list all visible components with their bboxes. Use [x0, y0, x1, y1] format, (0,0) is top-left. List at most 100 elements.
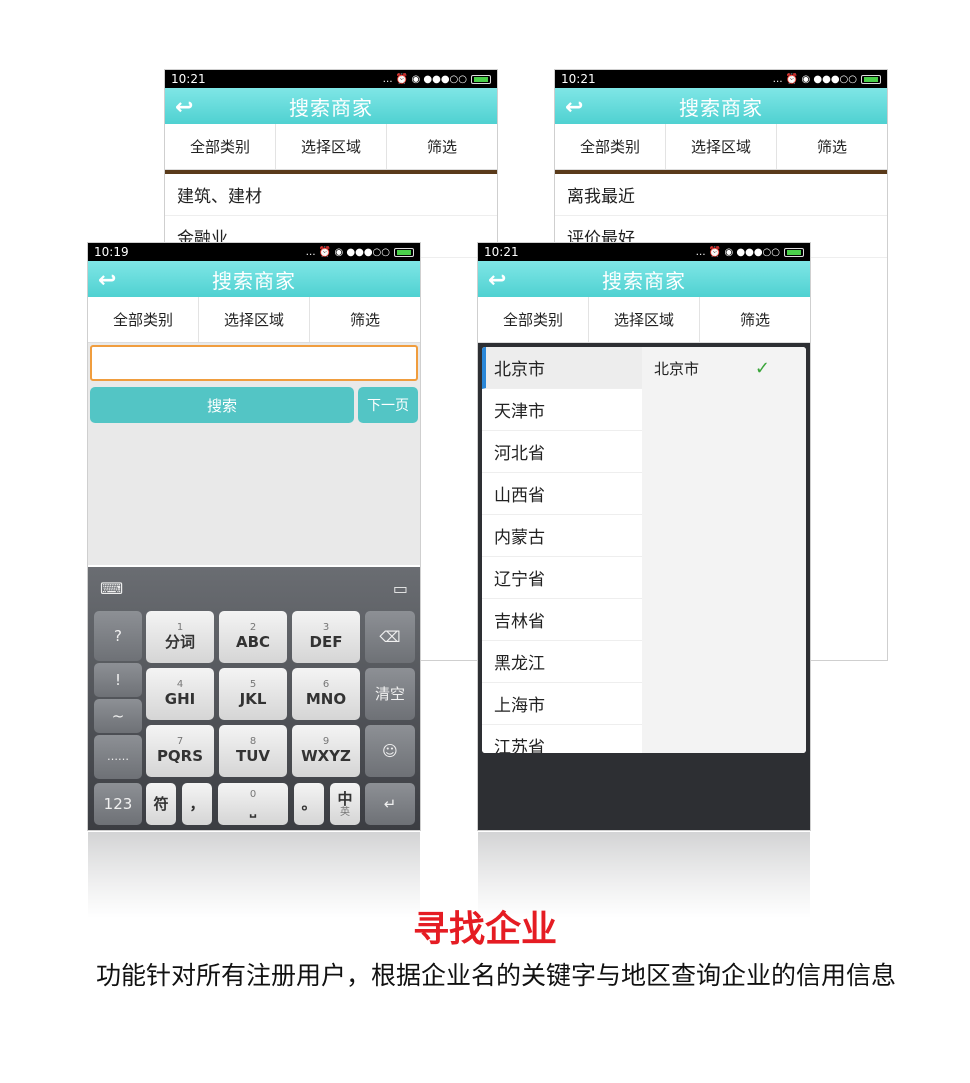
key-num: 5	[249, 679, 257, 690]
tab-category[interactable]: 全部类别	[165, 124, 276, 169]
back-arrow-icon[interactable]: ↩	[98, 268, 116, 293]
status-time: 10:19	[94, 245, 129, 259]
list-item[interactable]: 建筑、建材	[165, 174, 497, 216]
comma-key[interactable]: ，	[182, 783, 212, 825]
tab-filter[interactable]: 筛选	[700, 297, 810, 342]
num-switch-key[interactable]: 123	[94, 783, 142, 825]
key-label: TUV	[235, 747, 271, 765]
key-label: 中	[337, 790, 353, 808]
key-exclaim[interactable]: !	[94, 663, 142, 697]
key-ellipsis[interactable]: ……	[94, 735, 142, 779]
period-key[interactable]: 。	[294, 783, 324, 825]
status-bar: 10:19 … ⏰ ◉ ●●●○○	[88, 243, 420, 261]
tab-category[interactable]: 全部类别	[555, 124, 666, 169]
province-item[interactable]: 内蒙古	[482, 515, 642, 557]
title-bar: ↩ 搜索商家	[555, 88, 887, 124]
symbol-key[interactable]: 符	[146, 783, 176, 825]
region-picker: 北京市 天津市 河北省 山西省 内蒙古 辽宁省 吉林省 黑龙江 上海市 江苏省 …	[482, 347, 806, 753]
key-num: 1	[176, 622, 184, 633]
filter-tabs: 全部类别 选择区域 筛选	[88, 297, 420, 343]
clear-key[interactable]: 清空	[365, 668, 415, 720]
lang-key[interactable]: 中英	[330, 783, 360, 825]
province-item[interactable]: 上海市	[482, 683, 642, 725]
key-6[interactable]: 6 MNO	[292, 668, 360, 720]
keyboard-keys: ? ! ~ …… 1 分词 2 ABC 3 DEF ⌫ 4 GHI 5 JKL 6 MNO …	[88, 609, 420, 830]
enter-key[interactable]: ↵	[365, 783, 415, 825]
tab-filter[interactable]: 筛选	[777, 124, 887, 169]
key-label: PQRS	[156, 747, 204, 765]
province-item[interactable]: 江苏省	[482, 725, 642, 753]
key-label: DEF	[309, 633, 343, 651]
key-label: 123	[103, 795, 133, 813]
page-title: 搜索商家	[212, 268, 296, 293]
province-item[interactable]: 辽宁省	[482, 557, 642, 599]
tab-category[interactable]: 全部类别	[478, 297, 589, 342]
back-arrow-icon[interactable]: ↩	[175, 95, 193, 120]
status-bar: 10:21 … ⏰ ◉ ●●●○○	[478, 243, 810, 261]
smiley-icon: ☺	[382, 742, 398, 760]
key-9[interactable]: 9 WXYZ	[292, 725, 360, 777]
tab-filter[interactable]: 筛选	[310, 297, 420, 342]
key-question[interactable]: ?	[94, 611, 142, 661]
tab-region[interactable]: 选择区域	[276, 124, 387, 169]
key-num: 6	[322, 679, 330, 690]
filter-tabs: 全部类别 选择区域 筛选	[555, 124, 887, 170]
key-1[interactable]: 1 分词	[146, 611, 214, 663]
check-icon: ✓	[754, 357, 770, 379]
tab-region[interactable]: 选择区域	[199, 297, 310, 342]
key-4[interactable]: 4 GHI	[146, 668, 214, 720]
status-icons: … ⏰ ◉ ●●●○○	[696, 247, 804, 258]
status-time: 10:21	[484, 245, 519, 259]
tab-filter[interactable]: 筛选	[387, 124, 497, 169]
keyboard-icon[interactable]: ⌨	[100, 579, 123, 598]
key-num: 4	[176, 679, 184, 690]
phone-front-left: 10:19 … ⏰ ◉ ●●●○○ ↩ 搜索商家 全部类别 选择区域 筛选 搜索…	[88, 243, 420, 830]
key-tilde[interactable]: ~	[94, 699, 142, 733]
province-item[interactable]: 吉林省	[482, 599, 642, 641]
page-title: 搜索商家	[602, 268, 686, 293]
key-8[interactable]: 8 TUV	[219, 725, 287, 777]
battery-icon	[471, 74, 491, 84]
province-item-selected[interactable]: 北京市	[482, 347, 642, 389]
status-icons: … ⏰ ◉ ●●●○○	[306, 247, 414, 258]
key-7[interactable]: 7 PQRS	[146, 725, 214, 777]
tab-region[interactable]: 选择区域	[589, 297, 700, 342]
next-page-button[interactable]: 下一页	[358, 387, 418, 423]
back-arrow-icon[interactable]: ↩	[565, 95, 583, 120]
status-icons: … ⏰ ◉ ●●●○○	[773, 74, 881, 85]
province-item[interactable]: 天津市	[482, 389, 642, 431]
backspace-key[interactable]: ⌫	[365, 611, 415, 663]
microphone-icon: ⎵	[249, 800, 256, 818]
section-heading: 寻找企业	[412, 909, 557, 950]
space-key[interactable]: 0 ⎵	[218, 783, 288, 825]
city-label: 北京市	[654, 359, 700, 378]
key-label: ，	[189, 795, 205, 813]
back-arrow-icon[interactable]: ↩	[488, 268, 506, 293]
province-item[interactable]: 黑龙江	[482, 641, 642, 683]
status-icons: … ⏰ ◉ ●●●○○	[383, 74, 491, 85]
hide-keyboard-icon[interactable]: ▭	[393, 579, 408, 598]
keyboard-toolbar: ⌨ ▭	[88, 567, 420, 609]
tab-region[interactable]: 选择区域	[666, 124, 777, 169]
key-2[interactable]: 2 ABC	[219, 611, 287, 663]
key-label: 符	[153, 795, 169, 813]
phone-front-right: 10:21 … ⏰ ◉ ●●●○○ ↩ 搜索商家 全部类别 选择区域 筛选 北京…	[478, 243, 810, 830]
tab-category[interactable]: 全部类别	[88, 297, 199, 342]
province-label: 北京市	[494, 360, 545, 380]
province-item[interactable]: 山西省	[482, 473, 642, 515]
search-input[interactable]	[90, 345, 418, 381]
key-label: WXYZ	[301, 747, 351, 765]
page-title: 搜索商家	[289, 95, 373, 120]
emoji-key[interactable]: ☺	[365, 725, 415, 777]
key-5[interactable]: 5 JKL	[219, 668, 287, 720]
key-3[interactable]: 3 DEF	[292, 611, 360, 663]
province-item[interactable]: 河北省	[482, 431, 642, 473]
key-num: 3	[322, 622, 330, 633]
city-item-selected[interactable]: 北京市 ✓	[642, 347, 806, 389]
backspace-icon: ⌫	[379, 628, 401, 646]
search-button[interactable]: 搜索	[90, 387, 354, 423]
city-list: 北京市 ✓	[642, 347, 806, 753]
title-bar: ↩ 搜索商家	[88, 261, 420, 297]
list-item[interactable]: 离我最近	[555, 174, 887, 216]
key-label: GHI	[164, 690, 196, 708]
